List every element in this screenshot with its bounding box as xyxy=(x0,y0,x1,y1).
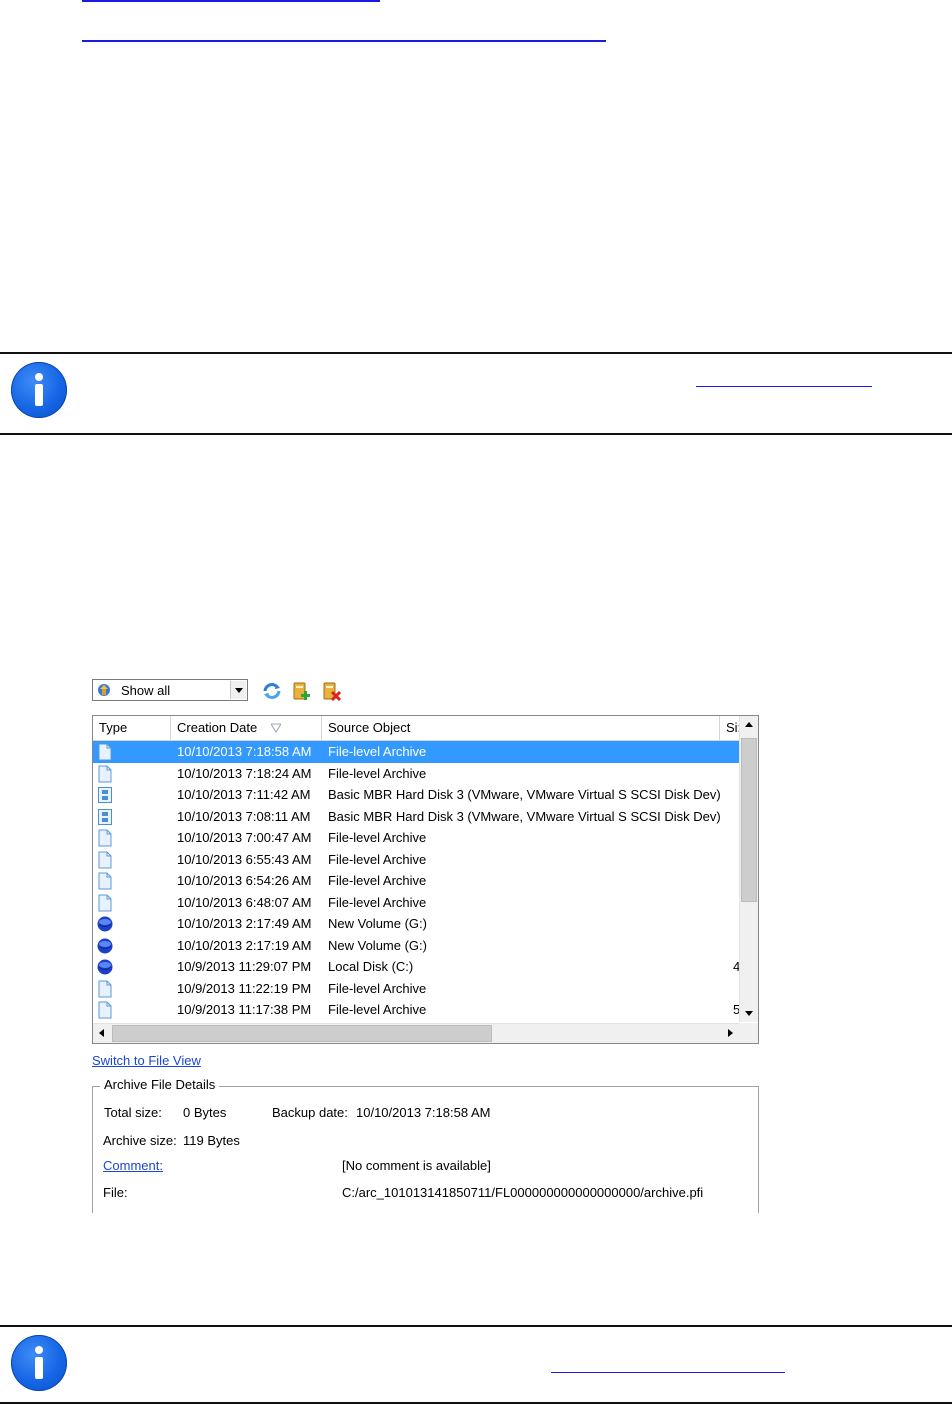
source-object-cell: File-level Archive xyxy=(328,851,427,867)
delete-archive-icon[interactable] xyxy=(321,680,343,702)
table-row[interactable]: 10/10/2013 7:18:58 AM File-level Archive xyxy=(93,741,739,763)
total-size-value: 0 Bytes xyxy=(183,1105,227,1120)
file-archive-icon xyxy=(97,980,113,998)
file-archive-icon xyxy=(97,1001,113,1019)
file-archive-icon xyxy=(97,765,113,783)
disk-archive-icon xyxy=(97,808,113,826)
source-object-cell: File-level Archive xyxy=(328,980,427,996)
creation-date-cell: 10/10/2013 2:17:19 AM xyxy=(177,937,312,953)
creation-date-cell: 10/9/2013 11:29:07 PM xyxy=(177,959,312,974)
archive-filter-combo[interactable]: Show all xyxy=(92,679,248,701)
note-link-underline[interactable] xyxy=(696,386,872,387)
table-row[interactable]: 10/10/2013 7:18:24 AM File-level Archive xyxy=(93,763,739,785)
creation-date-cell: 10/10/2013 7:18:24 AM xyxy=(177,765,312,781)
volume-archive-icon xyxy=(97,915,113,933)
note-link-underline[interactable] xyxy=(551,1372,785,1373)
archive-list[interactable]: Type Creation Date Source Object Si: 10/… xyxy=(92,715,759,1044)
file-archive-icon xyxy=(97,829,113,847)
list-header: Type Creation Date Source Object Si: xyxy=(93,716,741,741)
creation-date-cell: 10/10/2013 7:18:58 AM xyxy=(177,744,312,759)
column-header-type[interactable]: Type xyxy=(93,716,171,740)
sort-descending-icon xyxy=(271,723,281,733)
table-row[interactable]: 10/10/2013 7:11:42 AM Basic MBR Hard Disk… xyxy=(93,784,739,806)
note-bottom-rule xyxy=(0,433,952,435)
filter-value: Show all xyxy=(121,683,171,698)
table-row[interactable]: 10/10/2013 6:55:43 AM File-level Archive xyxy=(93,849,739,871)
column-header-source-object[interactable]: Source Object xyxy=(322,716,720,740)
creation-date-cell: 10/10/2013 7:08:11 AM xyxy=(177,808,311,824)
file-archive-icon xyxy=(97,851,113,869)
scroll-down-icon[interactable] xyxy=(740,1004,758,1022)
creation-date-cell: 10/10/2013 6:54:26 AM xyxy=(177,873,312,888)
source-object-cell: File-level Archive xyxy=(328,830,427,845)
file-path-value: C:/arc_101013141850711/FL000000000000000… xyxy=(342,1185,704,1200)
column-header-creation-date[interactable]: Creation Date xyxy=(171,716,322,740)
comment-link[interactable]: Comment: xyxy=(103,1158,163,1173)
archive-size-value: 119 Bytes xyxy=(183,1133,240,1148)
file-label: File: xyxy=(103,1185,128,1200)
creation-date-cell: 10/9/2013 11:17:38 PM xyxy=(177,1002,312,1017)
disk-archive-icon xyxy=(97,786,113,804)
comment-value: [No comment is available] xyxy=(342,1158,491,1173)
creation-date-cell: 10/9/2013 11:22:19 PM xyxy=(177,980,312,996)
info-icon xyxy=(11,362,67,418)
source-object-cell: New Volume (G:) xyxy=(328,916,427,931)
archive-size-label: Archive size: xyxy=(103,1133,177,1148)
creation-date-cell: 10/10/2013 6:55:43 AM xyxy=(177,851,312,867)
scroll-up-icon[interactable] xyxy=(740,716,758,734)
table-row[interactable]: 10/10/2013 6:54:26 AM File-level Archive xyxy=(93,870,739,892)
source-object-cell: Local Disk (C:) xyxy=(328,959,414,974)
info-icon xyxy=(11,1335,67,1391)
horizontal-scrollbar[interactable] xyxy=(93,1023,739,1043)
table-row[interactable]: 10/10/2013 7:00:47 AM File-level Archive xyxy=(93,827,739,849)
creation-date-cell: 10/10/2013 7:11:42 AM xyxy=(177,787,311,802)
scroll-thumb[interactable] xyxy=(112,1025,492,1042)
scroll-thumb[interactable] xyxy=(741,738,757,902)
source-object-cell: File-level Archive xyxy=(328,744,427,759)
source-object-cell: File-level Archive xyxy=(328,765,427,781)
table-row[interactable]: 10/9/2013 11:22:19 PM File-level Archive xyxy=(93,978,739,1000)
source-object-cell: Basic MBR Hard Disk 3 (VMware, VMware Vi… xyxy=(328,808,721,824)
document-link-underline[interactable] xyxy=(82,0,380,2)
creation-date-cell: 10/10/2013 7:00:47 AM xyxy=(177,830,312,845)
table-row[interactable]: 10/9/2013 11:29:07 PM Local Disk (C:) 4 xyxy=(93,956,740,978)
backup-date-value: 10/10/2013 7:18:58 AM xyxy=(356,1105,491,1120)
volume-archive-icon xyxy=(97,937,113,955)
scrollbar-corner xyxy=(739,1023,758,1043)
scroll-right-icon[interactable] xyxy=(721,1024,739,1043)
creation-date-label: Creation Date xyxy=(177,720,258,735)
source-object-cell: File-level Archive xyxy=(328,894,427,910)
creation-date-cell: 10/10/2013 6:48:07 AM xyxy=(177,894,312,910)
scroll-left-icon[interactable] xyxy=(93,1024,111,1043)
archive-file-details-title: Archive File Details xyxy=(100,1077,220,1092)
table-row[interactable]: 10/10/2013 2:17:49 AM New Volume (G:) xyxy=(93,913,739,935)
note-top-rule xyxy=(0,1325,952,1327)
file-archive-icon xyxy=(97,872,113,890)
filter-icon xyxy=(98,684,110,696)
total-size-label: Total size: xyxy=(104,1105,162,1120)
source-object-cell: File-level Archive xyxy=(328,873,427,888)
file-archive-icon xyxy=(97,894,113,912)
refresh-icon[interactable] xyxy=(261,680,283,702)
note-bottom-rule xyxy=(0,1402,952,1404)
table-row[interactable]: 10/10/2013 6:48:07 AM File-level Archive xyxy=(93,892,739,914)
add-archive-icon[interactable] xyxy=(291,680,313,702)
source-object-cell: File-level Archive xyxy=(328,1002,427,1017)
note-top-rule xyxy=(0,352,952,354)
backup-date-label: Backup date: xyxy=(272,1105,348,1120)
chevron-down-icon[interactable] xyxy=(230,681,246,699)
table-row[interactable]: 10/9/2013 11:17:38 PM File-level Archive 5 xyxy=(93,999,740,1021)
vertical-scrollbar[interactable] xyxy=(739,716,758,1022)
file-archive-icon xyxy=(97,743,113,761)
document-link-underline[interactable] xyxy=(82,40,606,42)
volume-archive-icon xyxy=(97,958,113,976)
table-row[interactable]: 10/10/2013 7:08:11 AM Basic MBR Hard Disk… xyxy=(93,806,739,828)
source-object-cell: New Volume (G:) xyxy=(328,937,427,953)
source-object-cell: Basic MBR Hard Disk 3 (VMware, VMware Vi… xyxy=(328,787,721,802)
table-row[interactable]: 10/10/2013 2:17:19 AM New Volume (G:) xyxy=(93,935,739,957)
switch-to-file-view-link[interactable]: Switch to File View xyxy=(92,1053,201,1068)
creation-date-cell: 10/10/2013 2:17:49 AM xyxy=(177,916,312,931)
